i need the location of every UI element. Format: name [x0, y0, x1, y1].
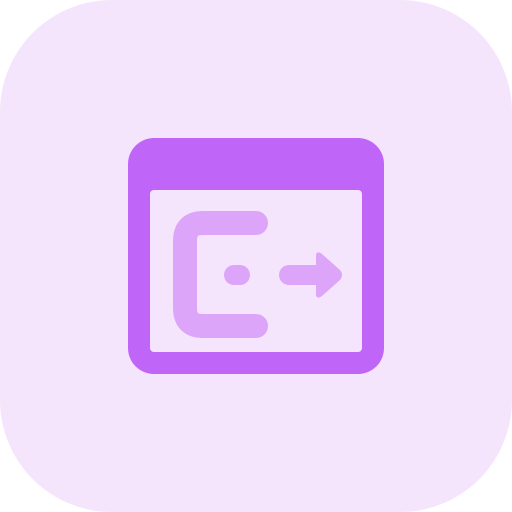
icon-canvas — [0, 0, 512, 512]
browser-logout-icon — [0, 0, 512, 512]
